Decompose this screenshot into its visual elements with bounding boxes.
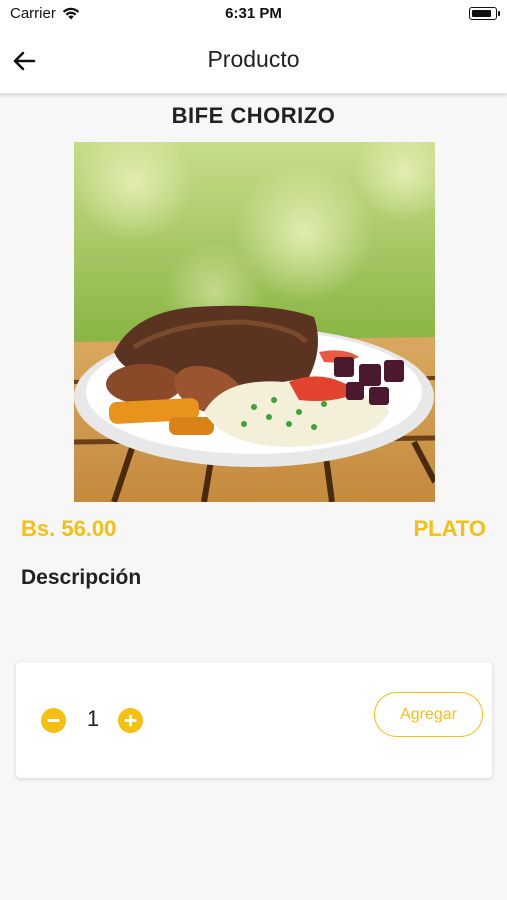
decrement-button[interactable]	[41, 708, 66, 733]
add-button[interactable]: Agregar	[374, 692, 483, 737]
plus-circle-icon	[118, 708, 143, 733]
clock: 6:31 PM	[225, 5, 282, 22]
status-bar: Carrier 6:31 PM	[0, 0, 507, 28]
description-heading: Descripción	[21, 566, 142, 589]
quantity-value: 1	[86, 706, 100, 731]
app-bar: Producto	[0, 28, 507, 94]
battery-level	[471, 9, 492, 17]
minus-circle-icon	[41, 708, 66, 733]
product-price: Bs. 56.00	[21, 516, 117, 541]
product-name: BIFE CHORIZO	[171, 103, 336, 128]
page-title: Producto	[207, 46, 300, 72]
product-unit: PLATO	[413, 516, 486, 541]
add-to-cart-card: 1 Agregar	[16, 662, 492, 778]
battery-icon	[469, 7, 500, 20]
product-image	[74, 142, 435, 502]
increment-button[interactable]	[118, 708, 143, 733]
